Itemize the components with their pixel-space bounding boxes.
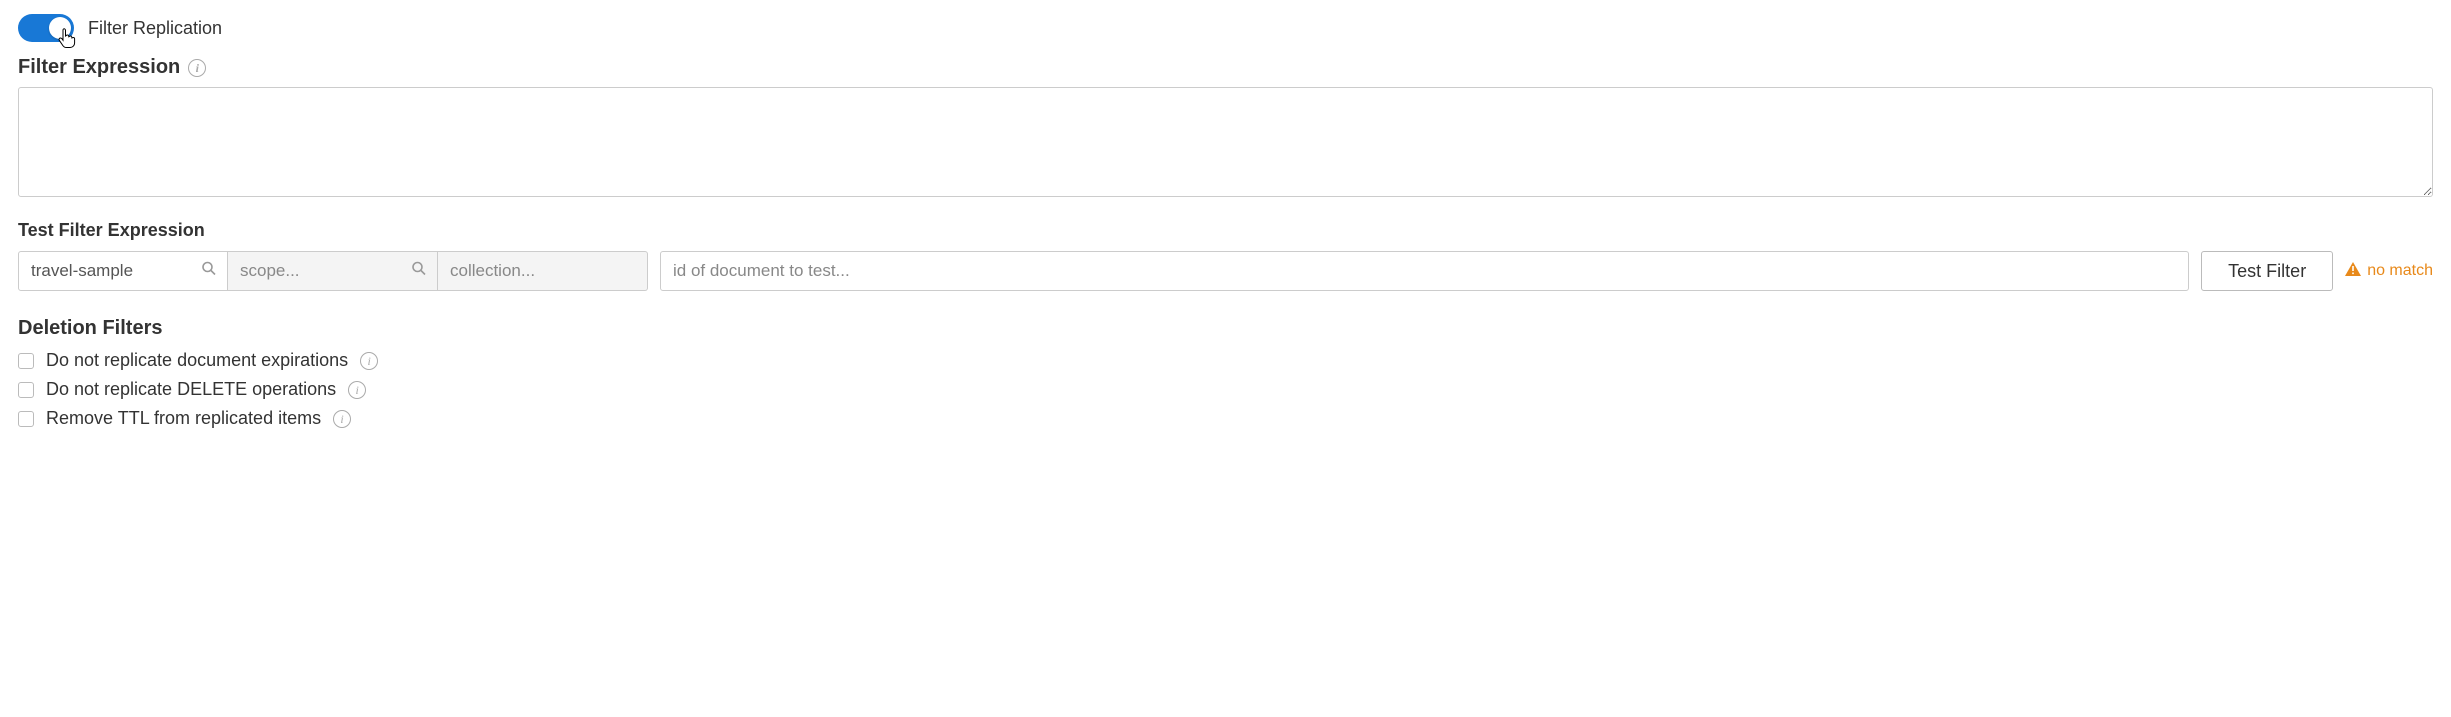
document-id-input[interactable] <box>660 251 2189 291</box>
collection-input[interactable] <box>438 252 647 290</box>
checkbox-label: Do not replicate document expirations <box>46 350 348 371</box>
info-icon[interactable]: i <box>360 352 378 370</box>
filter-expression-input[interactable] <box>18 87 2433 197</box>
test-filter-button[interactable]: Test Filter <box>2201 251 2333 291</box>
info-icon[interactable]: i <box>188 59 206 77</box>
checkbox-no-delete-ops[interactable] <box>18 382 34 398</box>
deletion-filters-heading: Deletion Filters <box>18 317 2433 340</box>
test-filter-expression-heading: Test Filter Expression <box>18 220 2433 241</box>
filter-replication-toggle[interactable] <box>18 14 74 42</box>
filter-expression-heading: Filter Expression <box>18 56 180 79</box>
search-icon <box>201 261 217 282</box>
checkbox-remove-ttl[interactable] <box>18 411 34 427</box>
checkbox-label: Remove TTL from replicated items <box>46 408 321 429</box>
warning-text: no match <box>2367 262 2433 280</box>
info-icon[interactable]: i <box>333 410 351 428</box>
info-icon[interactable]: i <box>348 381 366 399</box>
checkbox-no-expirations[interactable] <box>18 353 34 369</box>
scope-input[interactable] <box>228 252 437 290</box>
toggle-knob <box>49 17 71 39</box>
no-match-warning: no match <box>2345 251 2433 291</box>
checkbox-label: Do not replicate DELETE operations <box>46 379 336 400</box>
warning-icon <box>2345 262 2361 281</box>
bucket-input[interactable] <box>19 252 227 290</box>
keyspace-input-group <box>18 251 648 291</box>
filter-replication-label: Filter Replication <box>88 18 222 39</box>
search-icon <box>411 261 427 282</box>
